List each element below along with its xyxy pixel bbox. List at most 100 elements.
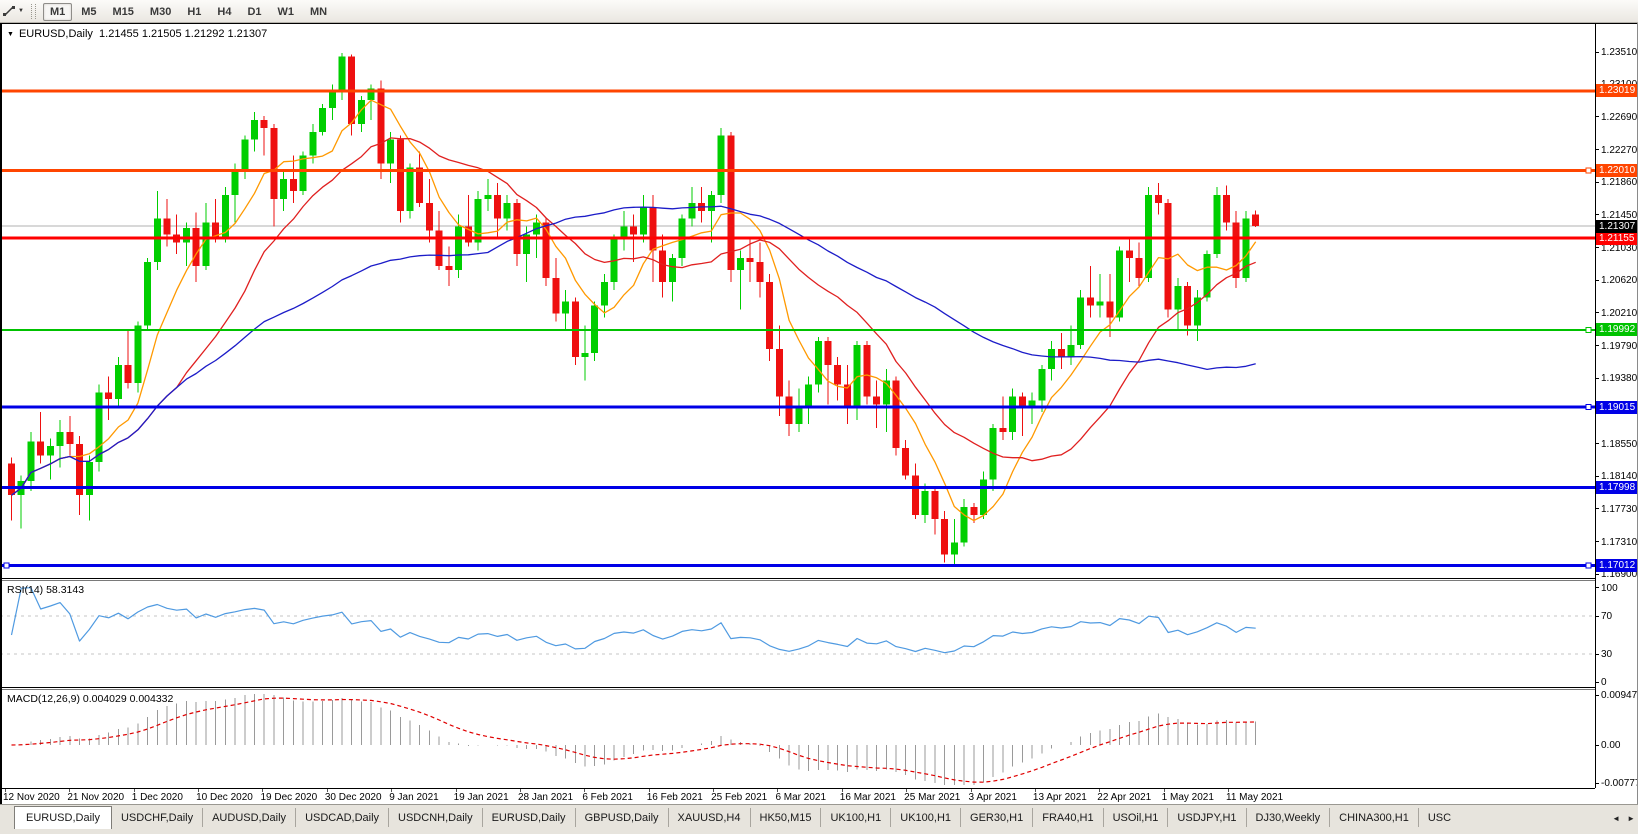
tab-scroll-right-icon[interactable]: ► [1627, 814, 1635, 823]
timeframe-button-M5[interactable]: M5 [74, 3, 103, 21]
line-handle[interactable] [4, 563, 9, 568]
price-tick-label: 1.23510 [1601, 47, 1637, 58]
price-tick-label: 1.17730 [1601, 504, 1637, 515]
tool-dropdown-caret-icon[interactable]: ▼ [18, 8, 24, 14]
date-label: 19 Jan 2021 [454, 792, 509, 803]
date-label: 30 Dec 2020 [325, 792, 382, 803]
trendline-tool-button[interactable]: ▼ [2, 4, 27, 19]
timeframe-button-D1[interactable]: D1 [240, 3, 268, 21]
rsi-indicator-panel[interactable] [0, 581, 1595, 687]
macd-tick-label: -0.007778 [1601, 778, 1638, 789]
symbol-tab-USDCNH-Daily[interactable]: USDCNH,Daily [389, 808, 483, 827]
price-tick-label: 1.21030 [1601, 243, 1637, 254]
price-line-label: 1.22010 [1596, 164, 1638, 177]
horizontal-level-line[interactable] [0, 564, 1595, 567]
line-handle[interactable] [1586, 563, 1591, 568]
symbol-tab-FRA40-H1[interactable]: FRA40,H1 [1033, 808, 1103, 827]
horizontal-level-line[interactable] [0, 89, 1595, 92]
horizontal-level-line[interactable] [0, 237, 1595, 240]
price-tick-label: 1.20620 [1601, 275, 1637, 286]
price-tick-label: 1.22690 [1601, 112, 1637, 123]
symbol-tab-USDJPY-H1[interactable]: USDJPY,H1 [1168, 808, 1246, 827]
tab-scroll-left-icon[interactable]: ◄ [1612, 814, 1620, 823]
symbol-tab-CHINA300-H1[interactable]: CHINA300,H1 [1330, 808, 1419, 827]
line-handle[interactable] [1586, 327, 1591, 332]
moving-average-7[interactable] [12, 100, 1256, 520]
timeframe-button-M1[interactable]: M1 [43, 3, 72, 21]
toolbar: ▼ M1M5M15M30H1H4D1W1MN [0, 0, 1638, 23]
price-line-label: 1.19992 [1596, 323, 1638, 336]
date-label: 1 Dec 2020 [132, 792, 183, 803]
symbol-tab-EURUSD-Daily[interactable]: EURUSD,Daily [14, 806, 112, 829]
date-label: 16 Mar 2021 [840, 792, 896, 803]
price-tick-mark [1596, 378, 1599, 379]
price-tick-mark [1596, 52, 1599, 53]
price-tick-label: 1.17310 [1601, 537, 1637, 548]
macd-label: MACD(12,26,9) 0.004029 0.004332 [7, 693, 173, 705]
chart-symbol-label: EURUSD,Daily [19, 28, 93, 40]
date-label: 25 Mar 2021 [904, 792, 960, 803]
toolbar-grip-handle[interactable] [31, 4, 36, 19]
rsi-tick-label: 70 [1601, 611, 1612, 622]
price-tick-mark [1596, 312, 1599, 313]
line-handle[interactable] [1586, 405, 1591, 410]
symbol-tab-GER30-H1[interactable]: GER30,H1 [961, 808, 1033, 827]
window-border [0, 23, 2, 804]
timeframe-button-W1[interactable]: W1 [271, 3, 302, 21]
price-tick-label: 1.20210 [1601, 308, 1637, 319]
price-tick-mark [1596, 476, 1599, 477]
horizontal-level-line[interactable] [0, 329, 1595, 331]
candlestick-chart[interactable] [0, 24, 1595, 578]
price-tick-mark [1596, 574, 1599, 575]
symbol-tab-UK100-H1[interactable]: UK100,H1 [821, 808, 891, 827]
timeframe-button-M30[interactable]: M30 [143, 3, 178, 21]
horizontal-level-line[interactable] [0, 486, 1595, 489]
date-label: 10 Dec 2020 [196, 792, 253, 803]
symbol-tab-GBPUSD-Daily[interactable]: GBPUSD,Daily [576, 808, 669, 827]
symbol-tab-DJ30-Weekly[interactable]: DJ30,Weekly [1247, 808, 1331, 827]
symbol-tab-USC[interactable]: USC [1419, 808, 1460, 827]
date-label: 28 Jan 2021 [518, 792, 573, 803]
rsi-tick-mark [1596, 682, 1599, 683]
price-line-label: 1.23019 [1596, 84, 1638, 97]
date-label: 11 May 2021 [1226, 792, 1283, 803]
price-line-label: 1.17998 [1596, 481, 1638, 494]
rsi-tick-mark [1596, 587, 1599, 588]
symbol-tab-USDCHF-Daily[interactable]: USDCHF,Daily [112, 808, 203, 827]
symbol-tab-EURUSD-Daily[interactable]: EURUSD,Daily [483, 808, 576, 827]
symbol-tab-USDCAD-Daily[interactable]: USDCAD,Daily [296, 808, 389, 827]
price-tick-mark [1596, 508, 1599, 509]
moving-average-18[interactable] [12, 138, 1256, 495]
timeframe-button-H4[interactable]: H4 [210, 3, 238, 21]
chart-title: ▼EURUSD,Daily 1.21455 1.21505 1.21292 1.… [7, 28, 267, 40]
price-tick-label: 1.21860 [1601, 177, 1637, 188]
macd-indicator-panel[interactable] [0, 690, 1595, 788]
timeframe-button-M15[interactable]: M15 [106, 3, 141, 21]
rsi-line [12, 588, 1256, 653]
symbol-tab-AUDUSD-Daily[interactable]: AUDUSD,Daily [203, 808, 296, 827]
tab-bar: EURUSD,DailyUSDCHF,DailyAUDUSD,DailyUSDC… [0, 804, 1638, 834]
date-label: 12 Nov 2020 [3, 792, 60, 803]
symbol-tab-UK100-H1[interactable]: UK100,H1 [891, 808, 961, 827]
line-handle[interactable] [1586, 168, 1591, 173]
price-axis[interactable]: 1.235101.231001.226901.222701.218601.214… [1596, 23, 1638, 804]
symbol-tab-HK50-M15[interactable]: HK50,M15 [751, 808, 822, 827]
date-label: 6 Feb 2021 [582, 792, 633, 803]
horizontal-level-line[interactable] [0, 406, 1595, 409]
panel-divider[interactable] [0, 687, 1638, 688]
symbol-tab-USOil-H1[interactable]: USOil,H1 [1104, 808, 1169, 827]
macd-tick-mark [1596, 695, 1599, 696]
candles [8, 53, 1259, 567]
macd-signal-line [12, 698, 1256, 782]
price-tick-mark [1596, 280, 1599, 281]
panel-divider[interactable] [0, 578, 1638, 579]
macd-tick-label: 0.009478 [1601, 690, 1638, 701]
trendline-tool-icon [2, 4, 17, 19]
symbol-dropdown-icon[interactable]: ▼ [7, 31, 14, 38]
date-label: 9 Jan 2021 [389, 792, 439, 803]
symbol-tab-XAUUSD-H4[interactable]: XAUUSD,H4 [669, 808, 751, 827]
timeframe-button-H1[interactable]: H1 [180, 3, 208, 21]
horizontal-level-line[interactable] [0, 169, 1595, 172]
date-axis[interactable]: 12 Nov 202021 Nov 20201 Dec 202010 Dec 2… [0, 788, 1595, 805]
timeframe-button-MN[interactable]: MN [303, 3, 334, 21]
